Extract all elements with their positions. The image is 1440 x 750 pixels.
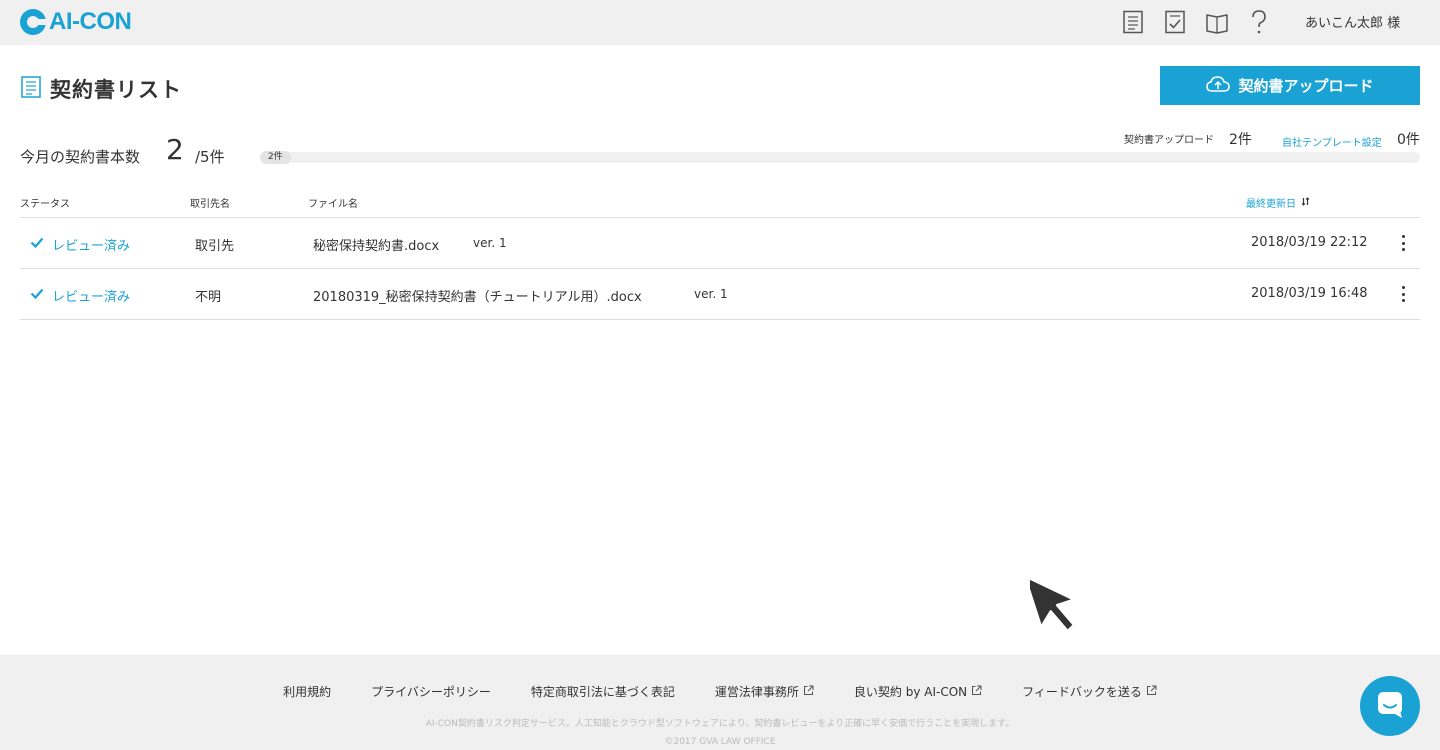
guide-book-icon[interactable] — [1204, 8, 1230, 36]
header-icons — [1120, 8, 1272, 36]
footer-tagline: AI-CON契約書リスク判定サービス。人工知能とクラウド型ソフトウェアにより、契… — [425, 719, 1015, 729]
top-bar: AI-CON あいこん太郎 様 — [0, 0, 1440, 45]
upload-stat-label: 契約書アップロード — [1124, 135, 1214, 146]
monthly-progress-bar — [260, 152, 1420, 163]
column-header-partner: 取引先名 — [190, 199, 230, 210]
upload-stat-count: 2件 — [1229, 132, 1252, 148]
footer-link-label: 利用規約 — [283, 685, 332, 699]
check-icon — [30, 237, 44, 252]
version-label: ver. 1 — [694, 287, 728, 301]
footer-link-good-contract[interactable]: 良い契約 by AI-CON — [854, 683, 982, 700]
footer-link-label: プライバシーポリシー — [371, 685, 491, 699]
status-label: レビュー済み — [52, 239, 131, 254]
cloud-upload-icon — [1206, 75, 1231, 97]
file-name-link[interactable]: 20180319_秘密保持契約書（チュートリアル用）.docx — [313, 286, 642, 305]
footer-link-feedback[interactable]: フィードバックを送る — [1022, 683, 1157, 700]
external-link-icon — [1146, 685, 1157, 699]
version-label: ver. 1 — [473, 236, 507, 250]
footer-link-commerce-law[interactable]: 特定商取引法に基づく表記 — [531, 683, 675, 700]
monthly-count-label: 今月の契約書本数 — [20, 148, 141, 166]
column-header-updated-label: 最終更新日 — [1246, 199, 1296, 210]
updated-cell: 2018/03/19 16:48 — [1251, 286, 1368, 301]
chat-icon — [1375, 689, 1405, 723]
footer-link-label: 特定商取引法に基づく表記 — [530, 685, 675, 699]
partner-cell: 不明 — [195, 290, 222, 305]
footer-link-label: 良い契約 by AI-CON — [853, 685, 968, 699]
row-menu-icon[interactable] — [1398, 286, 1408, 302]
footer: 利用規約 プライバシーポリシー 特定商取引法に基づく表記 運営法律事務所 良い契… — [0, 655, 1440, 750]
footer-link-privacy[interactable]: プライバシーポリシー — [371, 683, 491, 700]
contract-list-icon[interactable] — [1120, 8, 1146, 36]
logo-text: AI-CON — [49, 8, 132, 35]
footer-copyright: ©2017 GVA LAW OFFICE — [664, 737, 776, 747]
template-settings-link[interactable]: 自社テンプレート設定 — [1282, 134, 1382, 149]
file-name-link[interactable]: 秘密保持契約書.docx — [313, 235, 439, 254]
status-cell[interactable]: レビュー済み — [30, 286, 130, 305]
page-title: 契約書リスト — [20, 74, 182, 104]
chat-button[interactable] — [1360, 676, 1420, 736]
monthly-count-limit: /5件 — [195, 148, 225, 166]
column-header-file: ファイル名 — [308, 199, 358, 210]
sort-icon[interactable] — [1301, 196, 1310, 209]
check-icon — [30, 288, 44, 303]
footer-link-label: 運営法律事務所 — [714, 685, 799, 699]
logo[interactable]: AI-CON — [20, 8, 132, 36]
monthly-progress-chip: 2件 — [260, 151, 291, 164]
external-link-icon — [803, 685, 814, 699]
upload-contract-label: 契約書アップロード — [1238, 77, 1374, 95]
footer-links: 利用規約 プライバシーポリシー 特定商取引法に基づく表記 運営法律事務所 良い契… — [0, 683, 1440, 700]
external-link-icon — [971, 685, 982, 699]
column-header-status: ステータス — [20, 199, 70, 210]
footer-link-label: フィードバックを送る — [1022, 685, 1142, 699]
mouse-cursor-icon — [1023, 566, 1078, 642]
help-icon[interactable] — [1246, 8, 1272, 36]
footer-link-law-office[interactable]: 運営法律事務所 — [715, 683, 814, 700]
footer-link-terms[interactable]: 利用規約 — [283, 683, 331, 700]
status-label: レビュー済み — [52, 290, 131, 305]
upload-contract-button[interactable]: 契約書アップロード — [1160, 66, 1420, 105]
status-cell[interactable]: レビュー済み — [30, 235, 130, 254]
logo-mark-icon — [20, 9, 48, 35]
row-menu-icon[interactable] — [1398, 235, 1408, 251]
partner-cell: 取引先 — [195, 239, 235, 254]
monthly-count-value: 2 — [166, 133, 184, 166]
page-title-text: 契約書リスト — [50, 78, 182, 102]
table-row[interactable]: レビュー済み 不明 20180319_秘密保持契約書（チュートリアル用）.doc… — [20, 269, 1420, 320]
user-name[interactable]: あいこん太郎 様 — [1305, 12, 1400, 31]
review-check-icon[interactable] — [1162, 8, 1188, 36]
updated-cell: 2018/03/19 22:12 — [1251, 235, 1368, 250]
document-icon — [20, 75, 42, 103]
column-header-updated[interactable]: 最終更新日 — [1246, 195, 1310, 210]
template-stat-count: 0件 — [1397, 132, 1420, 148]
table-row[interactable]: レビュー済み 取引先 秘密保持契約書.docx ver. 1 2018/03/1… — [20, 218, 1420, 269]
